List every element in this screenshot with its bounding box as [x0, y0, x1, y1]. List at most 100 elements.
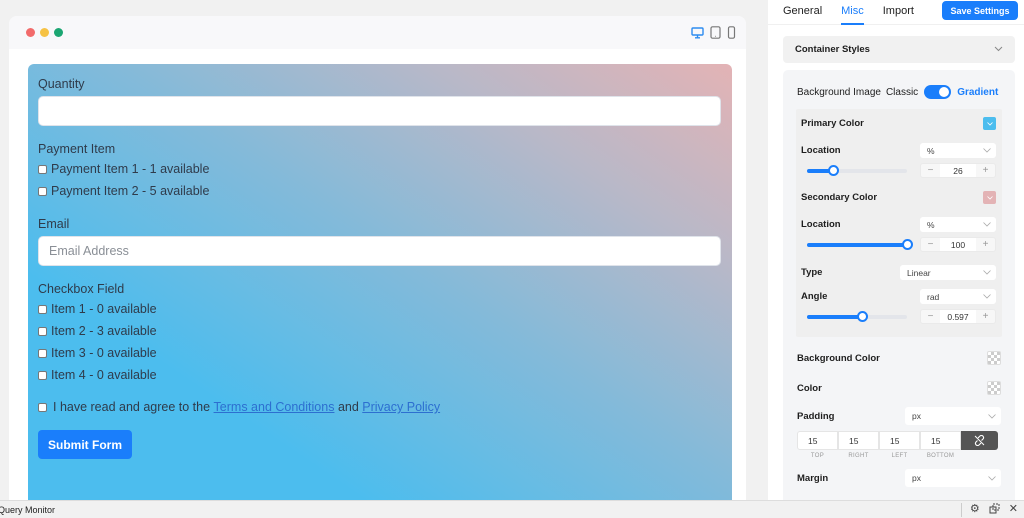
secondary-location-stepper[interactable]: − 100 + [920, 237, 996, 252]
tab-import[interactable]: Import [883, 5, 914, 20]
checkbox[interactable] [38, 164, 47, 174]
slider-handle[interactable] [828, 164, 839, 176]
secondary-location-row: Location % [801, 217, 996, 232]
slider-fill [807, 242, 907, 247]
gradient-type-row: Type Linear [801, 265, 996, 280]
type-label: Type [801, 267, 823, 278]
margin-label: Margin [797, 472, 829, 484]
select-value: px [912, 411, 921, 421]
terms-checkbox[interactable] [38, 402, 47, 412]
select-value: px [912, 473, 921, 483]
decrement-button[interactable]: − [921, 239, 940, 250]
padding-label: Padding [797, 410, 835, 422]
chevron-down-icon [983, 148, 991, 153]
angle-slider[interactable] [807, 310, 907, 322]
unlink-icon[interactable] [961, 431, 998, 450]
background-image-row: Background Image Classic Gradient [797, 83, 1001, 101]
padding-unit-select[interactable]: px [905, 407, 1001, 425]
terms-prefix: I have read and agree to the [53, 400, 211, 414]
margin-unit-select[interactable]: px [905, 469, 1001, 487]
email-input[interactable] [38, 236, 721, 266]
query-monitor-title[interactable]: Query Monitor [0, 505, 55, 515]
tablet-icon[interactable] [710, 26, 721, 39]
angle-row: Angle rad [801, 289, 996, 304]
angle-unit-select[interactable]: rad [920, 289, 996, 304]
slider-handle[interactable] [857, 310, 868, 322]
primary-location-slider[interactable] [807, 164, 907, 176]
container-styles-header[interactable]: Container Styles [783, 36, 1015, 63]
checkbox[interactable] [38, 370, 47, 380]
primary-color-label: Primary Color [801, 118, 864, 129]
popout-icon[interactable] [989, 503, 1000, 517]
stepper-value[interactable]: 26 [940, 164, 976, 177]
color-row: Color [797, 379, 1001, 397]
increment-button[interactable]: + [976, 165, 995, 176]
side-label: LEFT [891, 453, 908, 459]
increment-button[interactable]: + [976, 311, 995, 322]
option-label: Payment Item 2 - 5 available [51, 184, 210, 198]
stepper-value[interactable]: 100 [940, 238, 976, 251]
save-settings-button[interactable]: Save Settings [942, 1, 1018, 20]
color-picker[interactable] [987, 381, 1001, 395]
primary-color-swatch[interactable] [983, 117, 996, 130]
privacy-link[interactable]: Privacy Policy [362, 400, 440, 414]
padding-bottom-input[interactable]: 15 [920, 431, 961, 450]
payment-item-option[interactable]: Payment Item 2 - 5 available [38, 180, 722, 202]
decrement-button[interactable]: − [921, 311, 940, 322]
tab-general[interactable]: General [783, 5, 822, 20]
submit-form-button[interactable]: Submit Form [38, 430, 132, 459]
padding-top-input[interactable]: 15 [797, 431, 838, 450]
container-styles-body: Background Image Classic Gradient Primar… [783, 70, 1015, 510]
checkbox[interactable] [38, 326, 47, 336]
checkbox-field-option[interactable]: Item 2 - 3 available [38, 320, 722, 342]
chevron-down-icon [988, 413, 996, 419]
select-value: Linear [907, 267, 931, 278]
maximize-dot-icon [54, 28, 63, 37]
checkbox-field-option[interactable]: Item 1 - 0 available [38, 298, 722, 320]
email-label: Email [38, 217, 70, 231]
payment-item-option[interactable]: Payment Item 1 - 1 available [38, 158, 722, 180]
gear-icon[interactable]: ⚙ [970, 504, 980, 515]
checkbox-field-option[interactable]: Item 4 - 0 available [38, 364, 722, 386]
gradient-type-select[interactable]: Linear [900, 265, 996, 280]
secondary-location-controls: − 100 + [801, 237, 996, 252]
mobile-icon[interactable] [727, 26, 736, 39]
quantity-input[interactable] [38, 96, 721, 126]
background-color-picker[interactable] [987, 351, 1001, 365]
primary-location-row: Location % [801, 143, 996, 158]
chevron-down-icon [983, 270, 991, 275]
location-label: Location [801, 219, 841, 230]
checkbox[interactable] [38, 304, 47, 314]
select-value: rad [927, 291, 940, 302]
padding-left-input[interactable]: 15 [879, 431, 920, 450]
checkbox-field-group: Checkbox Field Item 1 - 0 available Item… [38, 282, 722, 386]
terms-agreement: I have read and agree to the Terms and C… [38, 400, 722, 414]
terms-link[interactable]: Terms and Conditions [214, 400, 335, 414]
tab-misc[interactable]: Misc [841, 5, 864, 25]
increment-button[interactable]: + [976, 239, 995, 250]
desktop-icon[interactable] [691, 26, 704, 39]
gradient-toggle[interactable] [924, 85, 952, 99]
angle-stepper[interactable]: − 0.597 + [920, 309, 996, 324]
decrement-button[interactable]: − [921, 165, 940, 176]
checkbox[interactable] [38, 186, 47, 196]
padding-right-input[interactable]: 15 [838, 431, 879, 450]
settings-tabs: General Misc Import Save Settings [768, 0, 1024, 25]
background-image-label: Background Image [797, 86, 881, 98]
stepper-value[interactable]: 0.597 [940, 310, 976, 323]
secondary-location-slider[interactable] [807, 238, 913, 250]
checkbox-field-option[interactable]: Item 3 - 0 available [38, 342, 722, 364]
color-label: Color [797, 382, 822, 394]
section-title: Container Styles [795, 44, 870, 55]
payment-item-group: Payment Item Payment Item 1 - 1 availabl… [38, 142, 722, 202]
close-icon[interactable]: ✕ [1009, 504, 1018, 515]
checkbox[interactable] [38, 348, 47, 358]
query-monitor-bar: Query Monitor ⚙ ✕ [0, 500, 1024, 518]
slider-fill [807, 314, 862, 319]
primary-unit-select[interactable]: % [920, 143, 996, 158]
margin-row: Margin px [797, 469, 1001, 487]
secondary-color-swatch[interactable] [983, 191, 996, 204]
slider-handle[interactable] [902, 238, 913, 250]
secondary-unit-select[interactable]: % [920, 217, 996, 232]
primary-location-stepper[interactable]: − 26 + [920, 163, 996, 178]
